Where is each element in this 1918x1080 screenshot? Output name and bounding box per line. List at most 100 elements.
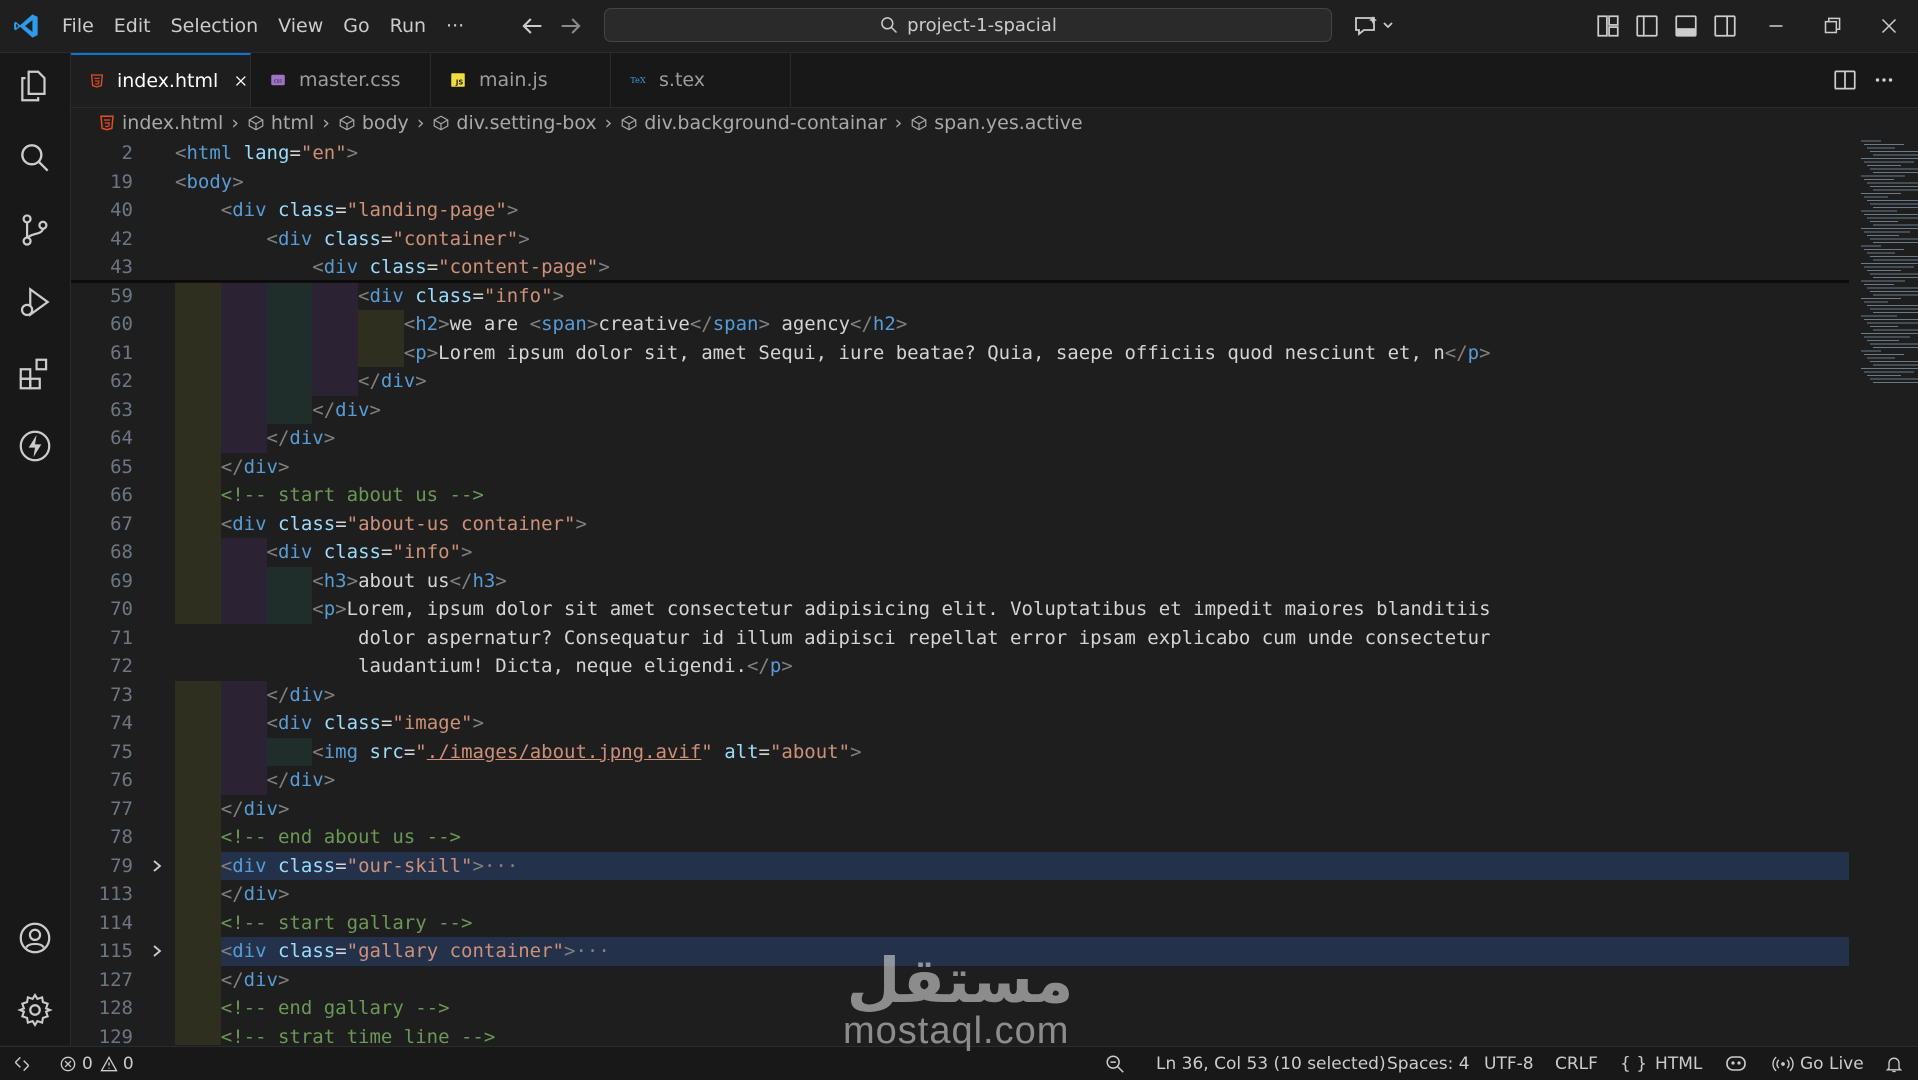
cursor-position[interactable]: Ln 36, Col 53 (10 selected) (1156, 1047, 1386, 1080)
code-line[interactable]: 43 <div class="content-page"> (71, 253, 1918, 282)
code-token: > (518, 227, 530, 250)
element-symbol-icon (434, 115, 449, 131)
more-actions-icon[interactable] (1871, 67, 1897, 93)
explorer-files-icon[interactable] (16, 67, 54, 105)
minimap[interactable] (1857, 139, 1918, 399)
code-line[interactable]: 73 </div> (71, 680, 1918, 709)
menu-run[interactable]: Run (380, 8, 436, 44)
code-token: < (220, 512, 233, 535)
menu-go[interactable]: Go (333, 8, 379, 44)
source-control-icon[interactable] (16, 211, 54, 249)
lightning-extension-icon[interactable] (16, 427, 54, 465)
breadcrumb-element[interactable]: body (338, 112, 409, 134)
settings-gear-icon[interactable] (16, 991, 54, 1029)
menu-view[interactable]: View (268, 8, 333, 44)
menu-more[interactable]: ··· (436, 8, 474, 44)
end-of-line[interactable]: CRLF (1555, 1047, 1598, 1080)
breadcrumb-element[interactable]: div.setting-box (432, 112, 597, 134)
command-center-search[interactable]: project-1-spacial (604, 8, 1332, 42)
go-live-button[interactable]: Go Live (1772, 1047, 1864, 1080)
breadcrumb-element[interactable]: span.yes.active (910, 112, 1083, 134)
code-token: > (552, 284, 565, 307)
code-line[interactable]: 68 <div class="info"> (71, 538, 1918, 567)
breadcrumb-file[interactable]: index.html (98, 112, 223, 134)
code-token: class (323, 227, 381, 250)
code-line[interactable]: 62 </div> (71, 367, 1918, 396)
code-line[interactable]: 42 <div class="container"> (71, 225, 1918, 254)
code-line[interactable]: 70 <p>Lorem, ipsum dolor sit amet consec… (71, 595, 1918, 624)
code-text: <div class="info"> (175, 538, 473, 567)
breadcrumb-element[interactable]: html (247, 112, 314, 134)
copilot-chat-icon[interactable] (1352, 12, 1398, 40)
split-editor-icon[interactable] (1832, 67, 1858, 93)
zoom-indicator[interactable] (1104, 1047, 1126, 1080)
arrow-left-icon[interactable] (518, 12, 546, 40)
code-token: span (541, 313, 587, 335)
breadcrumb-element[interactable]: div.background-containar (620, 112, 887, 134)
toggle-panel-icon[interactable] (1673, 13, 1699, 39)
code-line[interactable]: 79 <div class="our-skill">··· (71, 851, 1918, 880)
code-line[interactable]: 114 <!-- start gallary --> (71, 908, 1918, 937)
notifications[interactable] (1884, 1047, 1904, 1080)
line-number: 65 (110, 455, 133, 478)
customize-layout-icon[interactable] (1595, 13, 1621, 39)
code-line[interactable]: 69 <h3>about us</h3> (71, 566, 1918, 595)
code-editor[interactable]: 2 <html lang="en"> 19 <body> 40 <div class="… (71, 139, 1918, 1045)
code-line[interactable]: 63 </div> (71, 395, 1918, 424)
code-line[interactable]: 72 laudantium! Dicta, neque eligendi.</p… (71, 652, 1918, 681)
code-line[interactable]: 77 </div> (71, 794, 1918, 823)
restore-icon[interactable] (1819, 13, 1845, 39)
line-number: 67 (110, 512, 133, 535)
code-line[interactable]: 74 <div class="image"> (71, 709, 1918, 738)
close-window-icon[interactable] (1876, 13, 1902, 39)
tab-index-html[interactable]: index.html (71, 53, 251, 107)
code-line[interactable]: 65 </div> (71, 452, 1918, 481)
code-token: > (506, 199, 519, 221)
encoding[interactable]: UTF-8 (1484, 1047, 1534, 1080)
code-line[interactable]: 64 </div> (71, 424, 1918, 453)
tab-label: index.html (116, 70, 219, 92)
link-token: ./images/about.jpng.avif (426, 740, 702, 763)
code-line[interactable]: 2 <html lang="en"> (71, 139, 1918, 168)
menu-selection[interactable]: Selection (161, 8, 269, 44)
code-line[interactable]: 78 <!-- end about us --> (71, 823, 1918, 852)
menu-file[interactable]: File (52, 8, 104, 44)
language-mode[interactable]: { } HTML (1620, 1047, 1702, 1080)
search-icon[interactable] (16, 139, 54, 177)
tab-main-js[interactable]: JS main.js (431, 53, 611, 107)
remote-indicator[interactable] (12, 1047, 32, 1080)
toggle-secondary-sidebar-icon[interactable] (1712, 13, 1738, 39)
code-line[interactable]: 66 <!-- start about us --> (71, 481, 1918, 510)
line-number: 69 (110, 569, 133, 592)
tab-master-css[interactable]: css master.css (251, 53, 431, 107)
code-line[interactable]: 75 <img src="./images/about.jpng.avif" a… (71, 737, 1918, 766)
run-debug-icon[interactable] (16, 283, 54, 321)
account-icon[interactable] (16, 919, 54, 957)
copilot-status[interactable] (1724, 1047, 1748, 1080)
indentation[interactable]: Spaces: 4 (1387, 1047, 1470, 1080)
code-line[interactable]: 19 <body> (71, 168, 1918, 197)
chevron-right-icon[interactable] (149, 858, 165, 874)
code-line[interactable]: 40 <div class="landing-page"> (71, 196, 1918, 225)
code-token: </ (449, 569, 473, 592)
menu-edit[interactable]: Edit (104, 8, 161, 44)
code-line[interactable]: 67 <div class="about-us container"> (71, 509, 1918, 538)
minimize-icon[interactable] (1763, 13, 1789, 39)
chevron-right-icon[interactable] (149, 943, 165, 959)
code-token: Lorem ipsum dolor sit, amet Sequi, iure … (438, 341, 1445, 364)
problems-indicator[interactable]: 0 0 (58, 1047, 134, 1080)
code-line[interactable]: 113 </div> (71, 880, 1918, 909)
code-line[interactable]: 60 <h2>we are <span>creative</span> agen… (71, 310, 1918, 339)
code-line[interactable]: 59 <div class="info"> (71, 281, 1918, 310)
arrow-right-icon[interactable] (557, 12, 585, 40)
code-line[interactable]: 71 dolor aspernatur? Consequatur id illu… (71, 624, 1918, 653)
code-line[interactable]: 76 </div> (71, 766, 1918, 795)
code-token: class (278, 512, 336, 535)
code-line[interactable]: 61 <p>Lorem ipsum dolor sit, amet Sequi,… (71, 338, 1918, 367)
tab-s-tex[interactable]: TeX s.tex (611, 53, 791, 107)
toggle-primary-sidebar-icon[interactable] (1634, 13, 1660, 39)
close-icon[interactable] (232, 71, 250, 91)
extensions-icon[interactable] (16, 355, 54, 393)
